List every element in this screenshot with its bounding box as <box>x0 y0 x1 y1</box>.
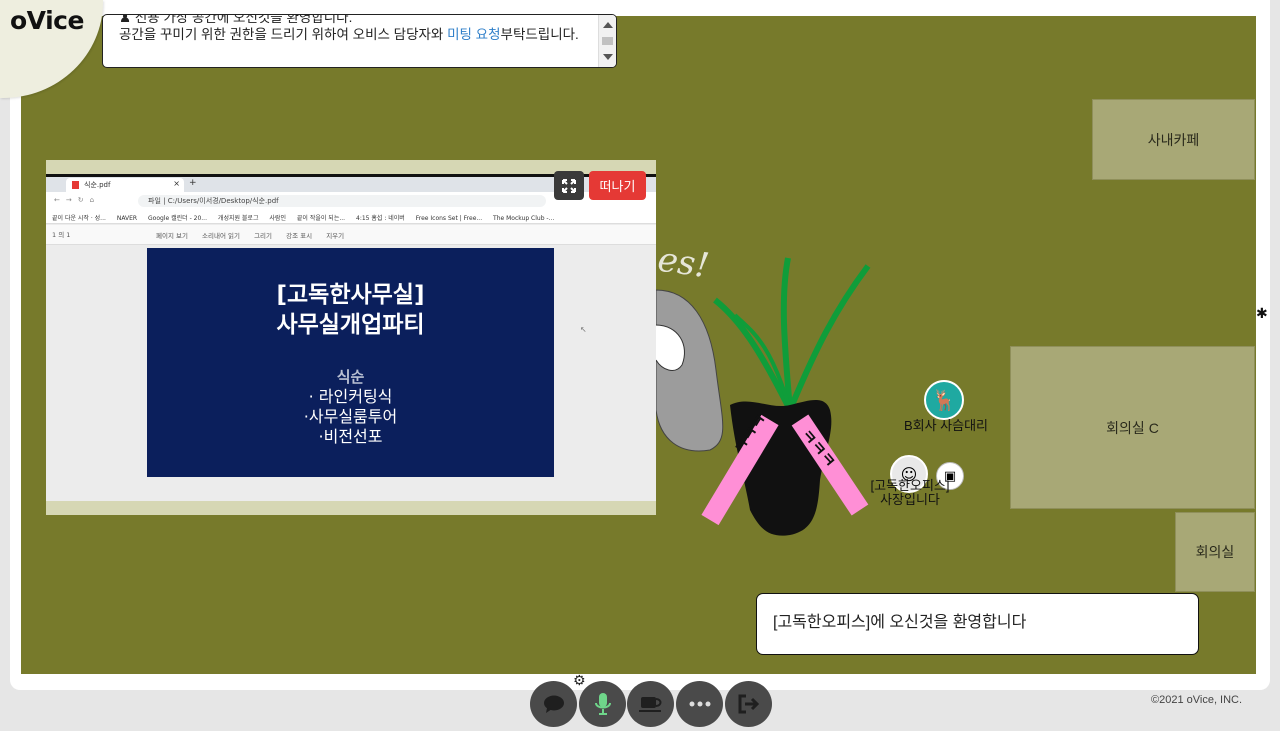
screen-share-window[interactable]: 식순.pdf × + ←→↻⌂ 파일 | C:/Users/이서경/Deskto… <box>46 160 656 515</box>
meeting-request-link[interactable]: 미팅 요청 <box>447 27 500 42</box>
more-button[interactable] <box>676 681 723 727</box>
room-meeting-label: 회의실 <box>1195 544 1235 560</box>
avatar-ceo-name-line2: 사장입니다 <box>880 492 940 507</box>
avatar-ceo-name-line1: [고독한오피스] <box>870 478 950 493</box>
exit-button[interactable] <box>725 681 772 727</box>
room-meeting[interactable]: 회의실 <box>1175 512 1255 592</box>
room-cafe[interactable]: 사내카페 <box>1092 99 1255 180</box>
notice-line2-end: 부탁드립니다. <box>500 27 579 42</box>
settings-gear-icon[interactable]: ⚙ <box>573 673 586 689</box>
browser-nav-icons[interactable]: ←→↻⌂ <box>54 196 100 204</box>
pdf-icon <box>72 181 79 189</box>
bug-icon[interactable]: ✱ <box>1256 306 1268 322</box>
notice-scrollbar[interactable] <box>598 15 616 67</box>
pdf-tool[interactable]: 강조 표시 <box>286 232 312 240</box>
deer-icon: 🦌 <box>931 388 957 412</box>
coffee-button[interactable] <box>627 681 674 727</box>
browser-tab-title: 식순.pdf <box>84 181 111 189</box>
new-tab-icon[interactable]: + <box>189 178 197 188</box>
slide-title-line1: [고독한사무실] <box>276 282 425 308</box>
scroll-thumb[interactable] <box>602 37 613 45</box>
notice-banner: ♟ 전용 가상 공간에 오신것을 환영합니다. 공간을 꾸미기 위한 권한을 드… <box>102 14 617 68</box>
mic-icon <box>594 693 611 715</box>
scroll-up-icon[interactable] <box>603 22 613 28</box>
pdf-slide: [고독한사무실] 사무실개업파티 식순 · 라인커팅식 ·사무실룸투어 ·비전선… <box>147 248 554 477</box>
tab-close-icon[interactable]: × <box>173 179 180 188</box>
pdf-page-indicator[interactable]: 1 의 1 <box>52 229 70 239</box>
bookmark[interactable]: The Mockup Club -... <box>493 215 554 222</box>
chat-icon <box>543 695 564 713</box>
pdf-tool[interactable]: 그리기 <box>254 232 272 240</box>
slide-item: · 라인커팅식 <box>308 387 393 406</box>
whiteboard-drawing: es! ㅋㅋㅋ ㅋㅋㅋ <box>655 240 871 536</box>
slide-item: ·사무실룸투어 <box>303 407 398 426</box>
avatar-deer[interactable]: 🦌 <box>924 380 964 420</box>
room-meeting-c-label: 회의실 C <box>1106 419 1159 436</box>
pdf-toolbar: 1 의 1 페이지 보기 소리내어 읽기 그리기 강조 표시 지우기 <box>46 225 656 245</box>
mouse-cursor-icon: ↖ <box>580 325 587 334</box>
expand-icon <box>562 178 576 193</box>
shared-screen[interactable]: 식순.pdf × + ←→↻⌂ 파일 | C:/Users/이서경/Deskto… <box>46 174 656 501</box>
pdf-tool[interactable]: 소리내어 읽기 <box>202 232 240 240</box>
bookmark[interactable]: 끝이 다운 시작 · 성... <box>52 215 106 222</box>
avatar-deer-name: B회사 사슴대리 <box>903 418 989 433</box>
pdf-tool[interactable]: 지우기 <box>326 232 344 240</box>
welcome-message: [고독한오피스]에 오신것을 환영합니다 <box>756 593 1199 655</box>
exit-icon <box>738 694 759 714</box>
more-icon <box>689 701 710 707</box>
svg-text:es!: es! <box>655 240 711 287</box>
person-icon: ♟ <box>119 14 135 25</box>
pdf-tool[interactable]: 페이지 보기 <box>156 232 188 240</box>
chat-button[interactable] <box>530 681 577 727</box>
slide-title-line2: 사무실개업파티 <box>276 312 425 338</box>
notice-line2: 공간을 꾸미기 위한 권한을 드리기 위하여 오비스 담당자와 <box>119 27 448 42</box>
room-cafe-label: 사내카페 <box>1147 131 1200 148</box>
coffee-icon <box>638 697 661 712</box>
ovice-logo[interactable]: oVice <box>10 6 84 35</box>
fullscreen-button[interactable] <box>554 171 584 200</box>
bookmark[interactable]: 개성지원 블로그 <box>218 215 259 222</box>
bookmark[interactable]: NAVER <box>117 215 137 222</box>
browser-tab[interactable]: 식순.pdf × <box>66 178 184 192</box>
bookmark[interactable]: Free Icons Set | Free... <box>416 215 482 222</box>
avatar-ceo-name: [고독한오피스] 사장입니다 <box>861 479 959 507</box>
bookmark[interactable]: 사람인 <box>269 215 286 222</box>
leave-share-button[interactable]: 떠나기 <box>589 171 646 200</box>
scroll-down-icon[interactable] <box>603 54 613 60</box>
slide-subheading: 식순 <box>336 368 365 386</box>
bookmark[interactable]: 끝이 작을이 되는... <box>297 215 345 222</box>
room-meeting-c[interactable]: 회의실 C <box>1010 346 1255 509</box>
notice-line1: 전용 가상 공간에 오신것을 환영합니다. <box>134 14 353 25</box>
mic-button[interactable] <box>579 681 626 727</box>
bookmarks-bar: 끝이 다운 시작 · 성... NAVER Google 캘린더 - 20...… <box>46 210 656 224</box>
slide-item: ·비전선포 <box>318 427 383 446</box>
address-field[interactable]: 파일 | C:/Users/이서경/Desktop/식순.pdf <box>138 195 546 207</box>
bookmark[interactable]: 4:15 홈섭 : 네이버 <box>356 215 405 222</box>
bookmark[interactable]: Google 캘린더 - 20... <box>148 215 207 222</box>
copyright: ©2021 oVice, INC. <box>1151 694 1243 706</box>
